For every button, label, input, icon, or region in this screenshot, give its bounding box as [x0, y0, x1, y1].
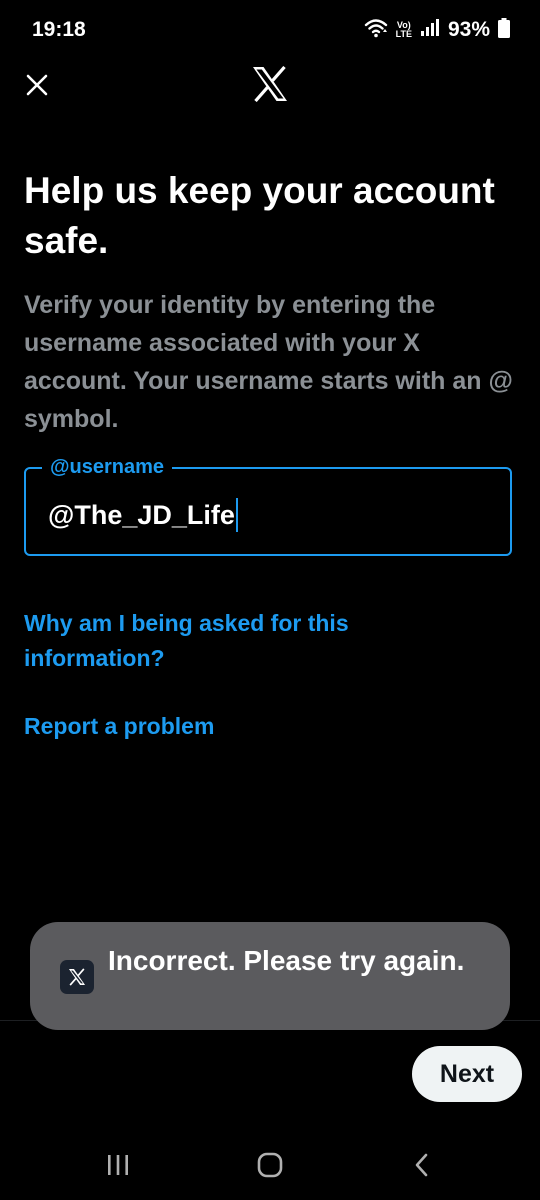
- report-problem-link[interactable]: Report a problem: [24, 709, 214, 744]
- page-title: Help us keep your account safe.: [24, 170, 495, 261]
- back-icon[interactable]: [410, 1152, 434, 1183]
- recent-apps-icon[interactable]: [104, 1152, 132, 1183]
- x-app-icon: [60, 960, 94, 994]
- why-asked-link[interactable]: Why am I being asked for this informatio…: [24, 606, 444, 676]
- status-time: 19:18: [32, 18, 86, 41]
- close-icon: [26, 74, 48, 96]
- battery-percent: 93%: [447, 18, 490, 41]
- error-toast: Incorrect. Please try again.: [30, 922, 510, 1030]
- home-icon[interactable]: [256, 1152, 284, 1183]
- username-field[interactable]: @username @The_JD_Life: [24, 455, 512, 556]
- wifi-icon: [364, 17, 388, 44]
- username-input-value: @The_JD_Life: [48, 499, 235, 530]
- status-icons: Vo) LTE 93%: [364, 16, 510, 44]
- battery-icon: [498, 17, 510, 43]
- close-button[interactable]: [22, 70, 52, 100]
- volte-icon: Vo) LTE: [395, 20, 412, 39]
- page-description: Verify your identity by entering the use…: [24, 291, 513, 433]
- status-bar: 19:18 Vo) LTE 93%: [0, 0, 540, 60]
- username-field-label: @username: [42, 455, 172, 479]
- next-button[interactable]: Next: [412, 1046, 522, 1102]
- signal-icon: [420, 18, 440, 42]
- text-caret: [235, 498, 238, 532]
- username-input[interactable]: @The_JD_Life: [48, 497, 488, 533]
- toast-message: Incorrect. Please try again.: [108, 945, 465, 976]
- system-nav-bar: [0, 1130, 540, 1200]
- x-logo: [251, 65, 289, 103]
